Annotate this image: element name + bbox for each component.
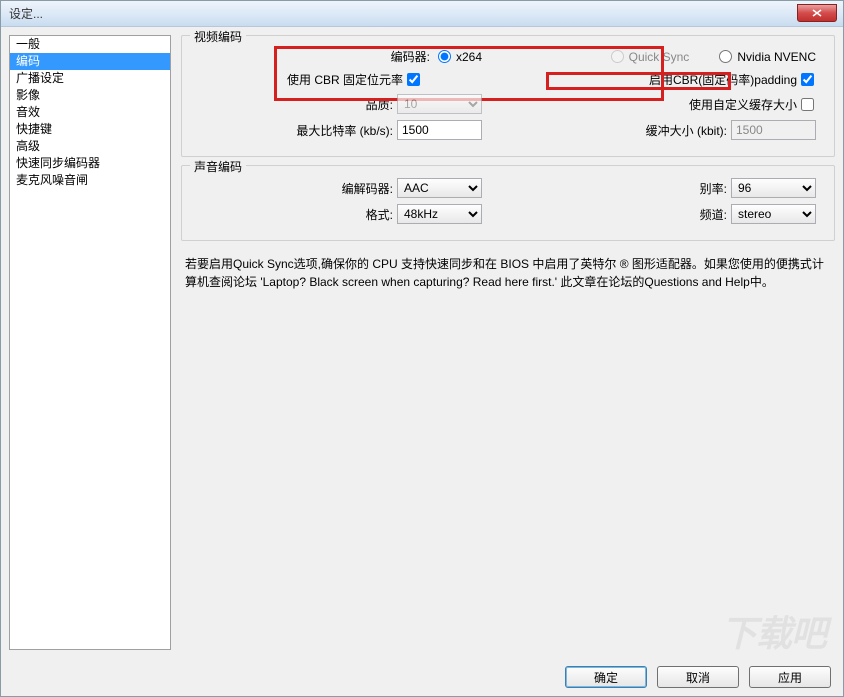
- max-bitrate-input[interactable]: [397, 120, 482, 140]
- sidebar-item-encoding[interactable]: 编码: [10, 53, 170, 70]
- encoder-x264-option[interactable]: x264: [436, 50, 482, 64]
- window-title: 设定...: [9, 5, 43, 22]
- codec-label: 编解码器:: [253, 180, 393, 197]
- help-text: 若要启用Quick Sync选项,确保你的 CPU 支持快速同步和在 BIOS …: [181, 253, 835, 293]
- sidebar-item-general[interactable]: 一般: [10, 36, 170, 53]
- encoder-quicksync-radio[interactable]: [611, 50, 624, 63]
- sidebar-item-advanced[interactable]: 高级: [10, 138, 170, 155]
- cbr-padding-option[interactable]: 启用CBR(固定码率)padding: [649, 71, 816, 88]
- bitrate-label: 别率:: [671, 180, 727, 197]
- quality-select[interactable]: 10: [397, 94, 482, 114]
- codec-select[interactable]: AAC: [397, 178, 482, 198]
- encoder-nvenc-label: Nvidia NVENC: [737, 50, 816, 64]
- apply-button[interactable]: 应用: [749, 666, 831, 688]
- main-panel: 视频编码 编码器: x264 Quick: [181, 35, 835, 650]
- content-area: 一般 编码 广播设定 影像 音效 快捷键 高级 快速同步编码器 麦克风噪音闸 视…: [1, 27, 843, 658]
- channel-label: 频道:: [671, 206, 727, 223]
- encoder-x264-radio[interactable]: [438, 50, 451, 63]
- custom-buffer-checkbox[interactable]: [801, 98, 814, 111]
- format-label: 格式:: [253, 206, 393, 223]
- encoder-quicksync-label: Quick Sync: [629, 50, 690, 64]
- cbr-checkbox[interactable]: [407, 73, 420, 86]
- sidebar: 一般 编码 广播设定 影像 音效 快捷键 高级 快速同步编码器 麦克风噪音闸: [9, 35, 171, 650]
- cbr-option[interactable]: 使用 CBR 固定位元率: [287, 71, 422, 88]
- video-encoding-group: 视频编码 编码器: x264 Quick: [181, 35, 835, 157]
- audio-encoding-group: 声音编码 编解码器: AAC 别率: 96: [181, 165, 835, 241]
- buffer-size-input[interactable]: [731, 120, 816, 140]
- max-bitrate-label: 最大比特率 (kb/s):: [253, 122, 393, 139]
- sidebar-item-quicksync[interactable]: 快速同步编码器: [10, 155, 170, 172]
- cbr-label: 使用 CBR 固定位元率: [287, 71, 403, 88]
- ok-button[interactable]: 确定: [565, 666, 647, 688]
- custom-buffer-option[interactable]: 使用自定义缓存大小: [689, 96, 816, 113]
- audio-legend: 声音编码: [190, 158, 246, 175]
- format-select[interactable]: 48kHz: [397, 204, 482, 224]
- cbr-padding-checkbox[interactable]: [801, 73, 814, 86]
- quality-label: 品质:: [253, 96, 393, 113]
- dialog-buttons: 确定 取消 应用: [1, 658, 843, 696]
- encoder-x264-label: x264: [456, 50, 482, 64]
- buffer-size-label: 缓冲大小 (kbit):: [646, 122, 727, 139]
- channel-select[interactable]: stereo: [731, 204, 816, 224]
- bitrate-select[interactable]: 96: [731, 178, 816, 198]
- settings-window: 设定... 一般 编码 广播设定 影像 音效 快捷键 高级 快速同步编码器 麦克…: [0, 0, 844, 697]
- cbr-padding-label: 启用CBR(固定码率)padding: [649, 71, 797, 88]
- encoder-quicksync-option[interactable]: Quick Sync: [609, 50, 690, 64]
- custom-buffer-label: 使用自定义缓存大小: [689, 96, 797, 113]
- sidebar-item-audio[interactable]: 音效: [10, 104, 170, 121]
- video-legend: 视频编码: [190, 28, 246, 45]
- encoder-nvenc-radio[interactable]: [719, 50, 732, 63]
- cancel-button[interactable]: 取消: [657, 666, 739, 688]
- encoder-label: 编码器:: [391, 48, 430, 65]
- sidebar-item-broadcast[interactable]: 广播设定: [10, 70, 170, 87]
- sidebar-item-noise-gate[interactable]: 麦克风噪音闸: [10, 172, 170, 189]
- encoder-nvenc-option[interactable]: Nvidia NVENC: [717, 50, 816, 64]
- close-button[interactable]: [797, 4, 837, 22]
- close-icon: [812, 9, 822, 17]
- sidebar-item-video[interactable]: 影像: [10, 87, 170, 104]
- sidebar-item-hotkeys[interactable]: 快捷键: [10, 121, 170, 138]
- titlebar: 设定...: [1, 1, 843, 27]
